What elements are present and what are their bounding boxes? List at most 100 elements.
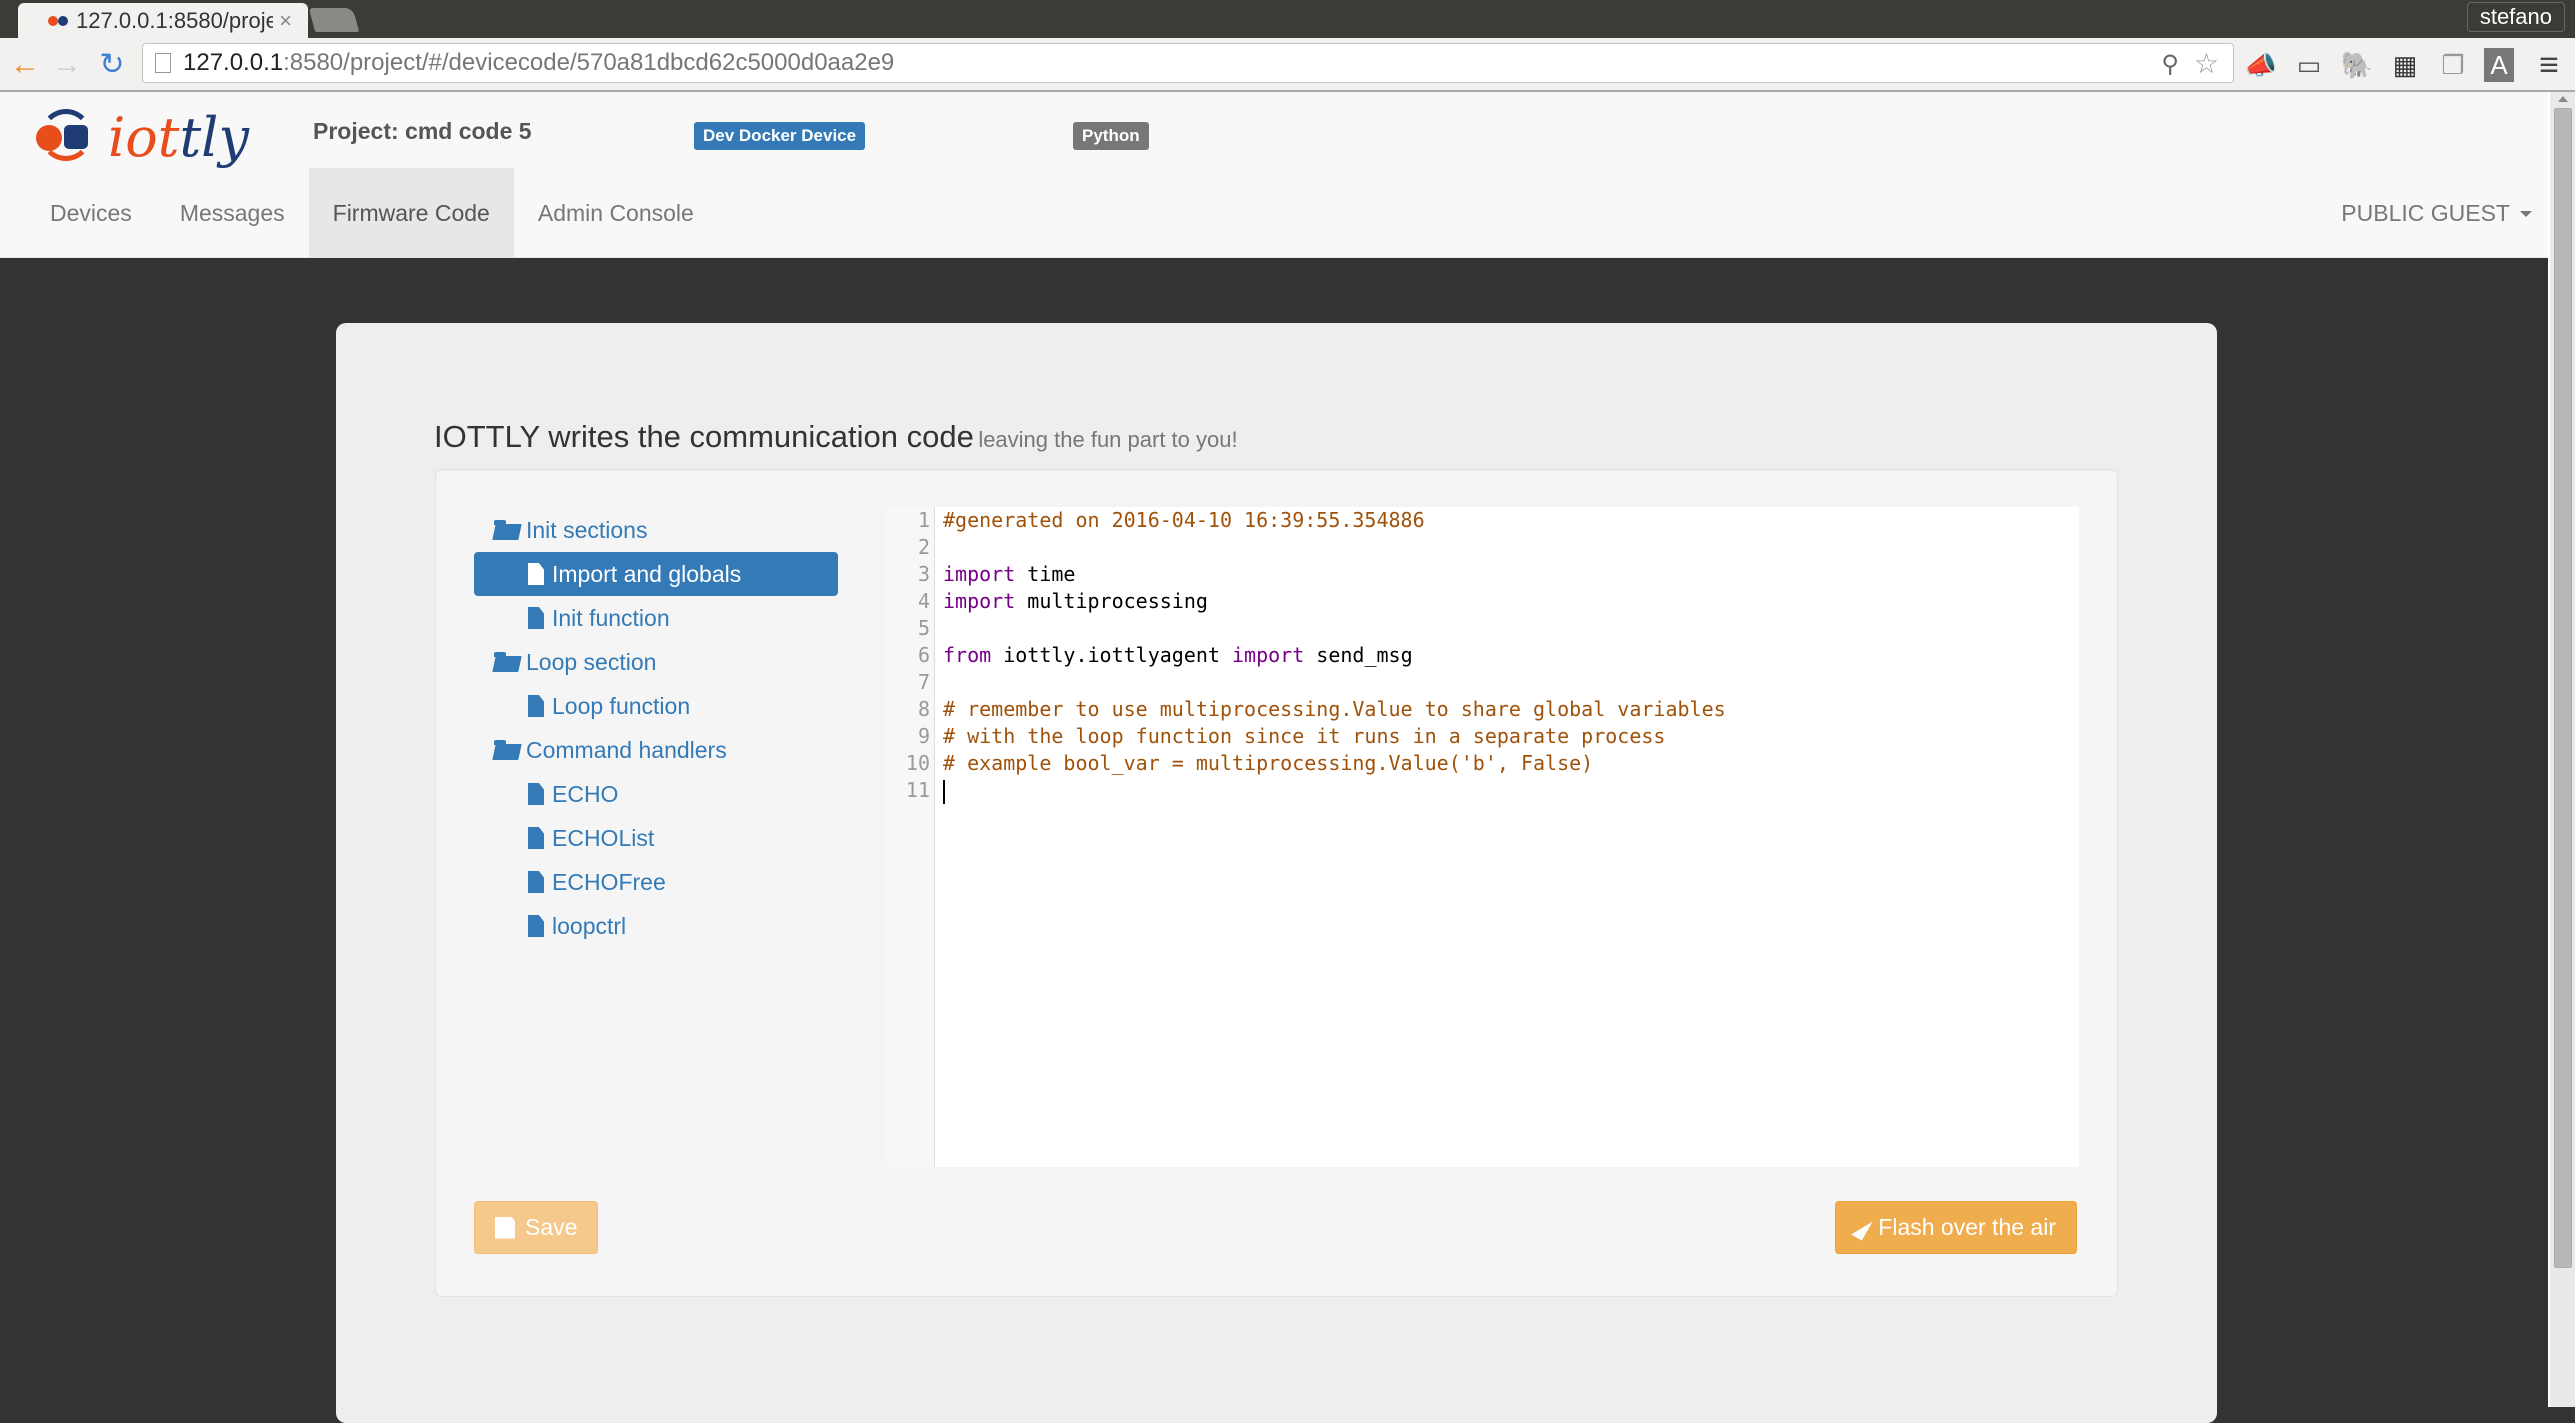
browser-menu-icon[interactable]: ≡ xyxy=(2532,48,2566,82)
folder-open-icon xyxy=(494,652,520,672)
main-nav: Devices Messages Firmware Code Admin Con… xyxy=(26,168,718,258)
line-number: 9 xyxy=(917,724,930,748)
logo-wordmark: iottly xyxy=(108,105,249,169)
tree-item-echofree[interactable]: ECHOFree xyxy=(474,860,838,904)
user-menu-dropdown[interactable]: PUBLIC GUEST xyxy=(2341,200,2532,227)
code-line[interactable] xyxy=(943,615,1726,642)
back-icon[interactable]: ← xyxy=(8,48,42,82)
text-cursor xyxy=(943,779,945,804)
browser-tab[interactable]: 127.0.0.1:8580/proje × xyxy=(18,3,308,39)
line-number: 2 xyxy=(917,535,930,559)
nav-firmware-code[interactable]: Firmware Code xyxy=(308,168,514,258)
iottly-logo[interactable]: iottly xyxy=(34,105,249,169)
flash-label: Flash over the air xyxy=(1878,1214,2056,1240)
cast-icon[interactable]: ▭ xyxy=(2292,48,2326,82)
url-host: 127.0.0.1 xyxy=(183,49,284,76)
folder-open-icon xyxy=(494,520,520,540)
code-editor-well: Init sections Import and globals Init func… xyxy=(435,469,2118,1297)
code-editor[interactable]: 1 2 3 4 5 6 7 8 9 10 11 #generated on 2016-04-10 1… xyxy=(885,507,2079,1167)
font-extension-icon[interactable]: A xyxy=(2484,48,2514,82)
project-title: Project: cmd code 5 xyxy=(313,118,532,144)
code-comment: # with the loop function since it runs i… xyxy=(943,724,1666,748)
page-headline: IOTTLY writes the communication code lea… xyxy=(434,419,1238,455)
tree-item-label: Loop function xyxy=(552,692,691,719)
code-line[interactable]: # example bool_var = multiprocessing.Val… xyxy=(943,750,1726,777)
nav-admin-console[interactable]: Admin Console xyxy=(514,168,718,258)
code-text: time xyxy=(1015,562,1076,586)
code-line[interactable] xyxy=(943,669,1726,696)
code-comment: # remember to use multiprocessing.Value … xyxy=(943,697,1726,721)
file-icon xyxy=(528,915,544,937)
tree-item-label: ECHOList xyxy=(552,824,655,851)
tree-item-label: Init sections xyxy=(526,516,648,543)
new-tab-button[interactable] xyxy=(308,8,360,32)
code-line[interactable]: from iottly.iottlyagent import send_msg xyxy=(943,642,1726,669)
file-icon xyxy=(528,695,544,717)
code-comment: # example bool_var = multiprocessing.Val… xyxy=(943,751,1594,775)
tree-item-label: Loop section xyxy=(526,648,657,675)
file-icon xyxy=(528,607,544,629)
logo-mark-icon xyxy=(34,109,102,165)
copy-extension-icon[interactable]: ❐ xyxy=(2436,48,2470,82)
address-bar[interactable]: 127.0.0.1:8580/project/#/devicecode/570a… xyxy=(142,43,2234,83)
line-number: 10 xyxy=(905,751,930,775)
headline-sub: leaving the fun part to you! xyxy=(978,427,1238,452)
browser-profile-button[interactable]: stefano xyxy=(2466,2,2565,32)
code-keyword: import xyxy=(1232,643,1305,667)
code-line[interactable] xyxy=(943,534,1726,561)
code-comment: #generated on 2016-04-10 16:39:55.354886 xyxy=(943,508,1425,532)
browser-toolbar: ← → ↻ 127.0.0.1:8580/project/#/devicecod… xyxy=(0,38,2575,92)
tree-item-init-sections[interactable]: Init sections xyxy=(474,508,838,552)
flash-over-the-air-button[interactable]: Flash over the air xyxy=(1835,1201,2077,1254)
line-number: 11 xyxy=(905,778,930,802)
headline-main: IOTTLY writes the communication code xyxy=(434,419,974,454)
url-path: :8580/project/#/devicecode/570a81dbcd62c… xyxy=(283,49,895,76)
tree-item-label: Command handlers xyxy=(526,736,727,763)
code-line[interactable]: #generated on 2016-04-10 16:39:55.354886 xyxy=(943,507,1726,534)
iottly-favicon-icon xyxy=(48,12,70,30)
browser-titlebar: 127.0.0.1:8580/proje × stefano xyxy=(0,0,2575,39)
tree-item-label: Import and globals xyxy=(552,560,742,587)
tree-item-loop-function[interactable]: Loop function xyxy=(474,684,838,728)
code-text: iottly.iottlyagent xyxy=(991,643,1232,667)
line-number: 4 xyxy=(917,589,930,613)
bookmark-star-icon[interactable]: ☆ xyxy=(2194,47,2219,80)
scroll-up-icon[interactable] xyxy=(2558,96,2568,102)
tree-item-echo[interactable]: ECHO xyxy=(474,772,838,816)
line-number: 1 xyxy=(917,508,930,532)
film-extension-icon[interactable]: ▦ xyxy=(2388,48,2422,82)
scrollbar-thumb[interactable] xyxy=(2554,108,2572,1268)
announce-extension-icon[interactable]: 📣 xyxy=(2244,48,2278,82)
tree-item-label: ECHO xyxy=(552,780,619,807)
save-button[interactable]: Save xyxy=(474,1201,599,1254)
send-plane-icon xyxy=(1851,1214,1873,1241)
code-line[interactable] xyxy=(943,777,1726,804)
tree-item-command-handlers[interactable]: Command handlers xyxy=(474,728,838,772)
code-line[interactable]: # with the loop function since it runs i… xyxy=(943,723,1726,750)
code-line[interactable]: import multiprocessing xyxy=(943,588,1726,615)
line-number: 6 xyxy=(917,643,930,667)
reload-icon[interactable]: ↻ xyxy=(95,48,129,82)
user-menu-label: PUBLIC GUEST xyxy=(2341,200,2510,226)
tree-item-loopctrl[interactable]: loopctrl xyxy=(474,904,838,948)
tree-item-init-function[interactable]: Init function xyxy=(474,596,838,640)
nav-devices[interactable]: Devices xyxy=(26,168,156,258)
line-number: 5 xyxy=(917,616,930,640)
folder-open-icon xyxy=(494,740,520,760)
page-scrollbar[interactable] xyxy=(2548,92,2575,1407)
app-navbar: iottly Project: cmd code 5 Dev Docker De… xyxy=(0,92,2548,258)
zoom-icon[interactable]: ⚲ xyxy=(2161,50,2179,79)
evernote-icon[interactable]: 🐘 xyxy=(2340,48,2374,82)
code-text: multiprocessing xyxy=(1015,589,1208,613)
tree-item-loop-section[interactable]: Loop section xyxy=(474,640,838,684)
tree-item-import-and-globals[interactable]: Import and globals xyxy=(474,552,838,596)
code-content[interactable]: #generated on 2016-04-10 16:39:55.354886… xyxy=(943,507,1726,804)
code-line[interactable]: # remember to use multiprocessing.Value … xyxy=(943,696,1726,723)
forward-icon[interactable]: → xyxy=(50,48,84,82)
language-label: Python xyxy=(1073,122,1149,150)
file-icon xyxy=(528,827,544,849)
nav-messages[interactable]: Messages xyxy=(156,168,309,258)
tab-close-icon[interactable]: × xyxy=(279,8,292,34)
tree-item-echolist[interactable]: ECHOList xyxy=(474,816,838,860)
code-line[interactable]: import time xyxy=(943,561,1726,588)
